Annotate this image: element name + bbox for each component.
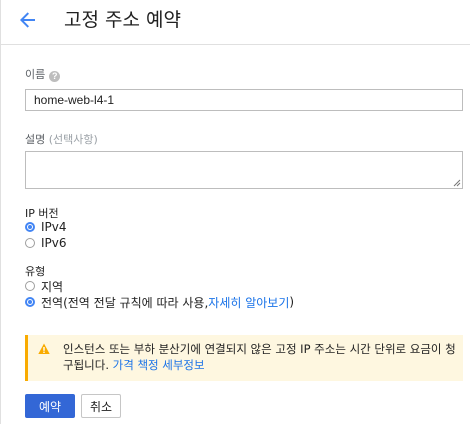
description-textarea[interactable] <box>25 151 463 189</box>
ip-version-label: IP 버전 <box>25 207 59 220</box>
radio-regional[interactable]: 지역 <box>25 279 64 294</box>
radio-global-suffix: ) <box>289 295 295 309</box>
radio-checked-icon <box>25 297 35 307</box>
page-title: 고정 주소 예약 <box>64 9 181 31</box>
description-label-row: 설명 (선택사항) <box>25 133 98 147</box>
radio-global[interactable]: 전역(전역 전달 규칙에 따라 사용, 자세히 알아보기) <box>25 294 295 311</box>
resize-grip-icon[interactable] <box>453 179 461 187</box>
name-input-value: home-web-l4-1 <box>34 93 115 107</box>
radio-ipv4[interactable]: IPv4 <box>25 220 67 234</box>
name-input[interactable]: home-web-l4-1 <box>25 89 463 111</box>
warning-icon <box>38 343 50 354</box>
radio-regional-label: 지역 <box>41 279 64 294</box>
name-label-row: 이름? <box>25 68 61 82</box>
radio-global-label: 전역(전역 전달 규칙에 따라 사용, <box>41 295 209 310</box>
pricing-details-link[interactable]: 가격 책정 세부정보 <box>113 358 205 372</box>
radio-unchecked-icon <box>25 238 35 248</box>
radio-unchecked-icon <box>25 281 35 291</box>
page-header: 고정 주소 예약 <box>0 0 470 45</box>
billing-notice: 인스턴스 또는 부하 분산기에 연결되지 않은 고정 IP 주소는 시간 단위로… <box>25 335 463 381</box>
description-optional-label: (선택사항) <box>48 133 98 146</box>
radio-ipv6-label: IPv6 <box>41 236 67 250</box>
radio-checked-icon <box>25 222 35 232</box>
reserve-button[interactable]: 예약 <box>25 394 75 418</box>
frame-border <box>0 0 1 424</box>
help-icon[interactable]: ? <box>49 71 61 82</box>
back-button[interactable] <box>14 6 42 34</box>
arrow-back-icon <box>20 12 35 28</box>
notice-text-block: 인스턴스 또는 부하 분산기에 연결되지 않은 고정 IP 주소는 시간 단위로… <box>63 341 463 373</box>
cancel-button[interactable]: 취소 <box>81 394 121 418</box>
radio-ipv4-label: IPv4 <box>41 220 67 234</box>
name-label: 이름 <box>25 68 46 81</box>
description-label: 설명 <box>25 133 46 146</box>
learn-more-link[interactable]: 자세히 알아보기 <box>208 294 289 311</box>
radio-ipv6[interactable]: IPv6 <box>25 236 67 250</box>
